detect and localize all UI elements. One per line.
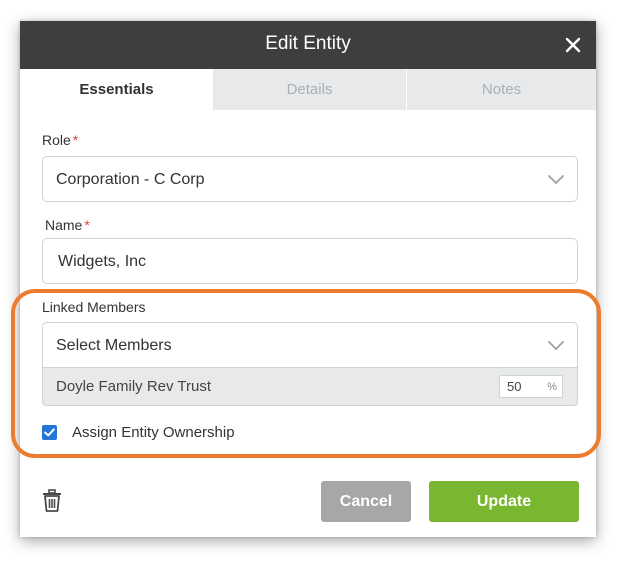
checkmark-icon <box>44 427 55 436</box>
member-percent-value: 50 <box>507 379 522 394</box>
role-value: Corporation - C Corp <box>56 171 205 188</box>
tab-essentials[interactable]: Essentials <box>20 69 213 110</box>
edit-entity-dialog: Edit Entity Essentials Details Notes Rol… <box>11 21 601 537</box>
assign-ownership-label: Assign Entity Ownership <box>72 423 235 441</box>
role-required-mark: * <box>72 132 79 148</box>
name-label-text: Name <box>45 217 83 233</box>
tab-bar: Essentials Details Notes <box>20 69 596 110</box>
name-required-mark: * <box>84 217 90 233</box>
name-label: Name * <box>45 217 90 233</box>
chevron-down-icon <box>548 341 564 350</box>
linked-members-label: Linked Members <box>42 299 146 315</box>
percent-symbol: % <box>547 381 557 393</box>
cancel-button[interactable]: Cancel <box>321 481 411 522</box>
role-label-text: Role <box>42 132 71 148</box>
assign-ownership-checkbox[interactable] <box>42 424 57 440</box>
close-icon[interactable] <box>558 30 588 60</box>
linked-member-row: Doyle Family Rev Trust 50 % <box>42 368 578 406</box>
update-button[interactable]: Update <box>429 481 579 522</box>
select-members-dropdown[interactable]: Select Members <box>42 322 578 368</box>
member-name: Doyle Family Rev Trust <box>56 378 212 395</box>
chevron-down-icon <box>548 175 564 184</box>
select-members-placeholder: Select Members <box>56 337 172 354</box>
name-field[interactable]: Widgets, Inc <box>42 238 578 284</box>
assign-ownership-row[interactable]: Assign Entity Ownership <box>42 421 235 443</box>
name-value: Widgets, Inc <box>58 253 147 270</box>
member-percent-input[interactable]: 50 % <box>499 375 563 398</box>
tab-notes[interactable]: Notes <box>407 69 596 110</box>
dialog-header: Edit Entity <box>20 21 596 69</box>
role-label: Role * <box>42 132 78 148</box>
trash-icon[interactable] <box>41 489 63 513</box>
role-select[interactable]: Corporation - C Corp <box>42 156 578 202</box>
dialog-title: Edit Entity <box>265 33 351 54</box>
tab-details[interactable]: Details <box>213 69 407 110</box>
